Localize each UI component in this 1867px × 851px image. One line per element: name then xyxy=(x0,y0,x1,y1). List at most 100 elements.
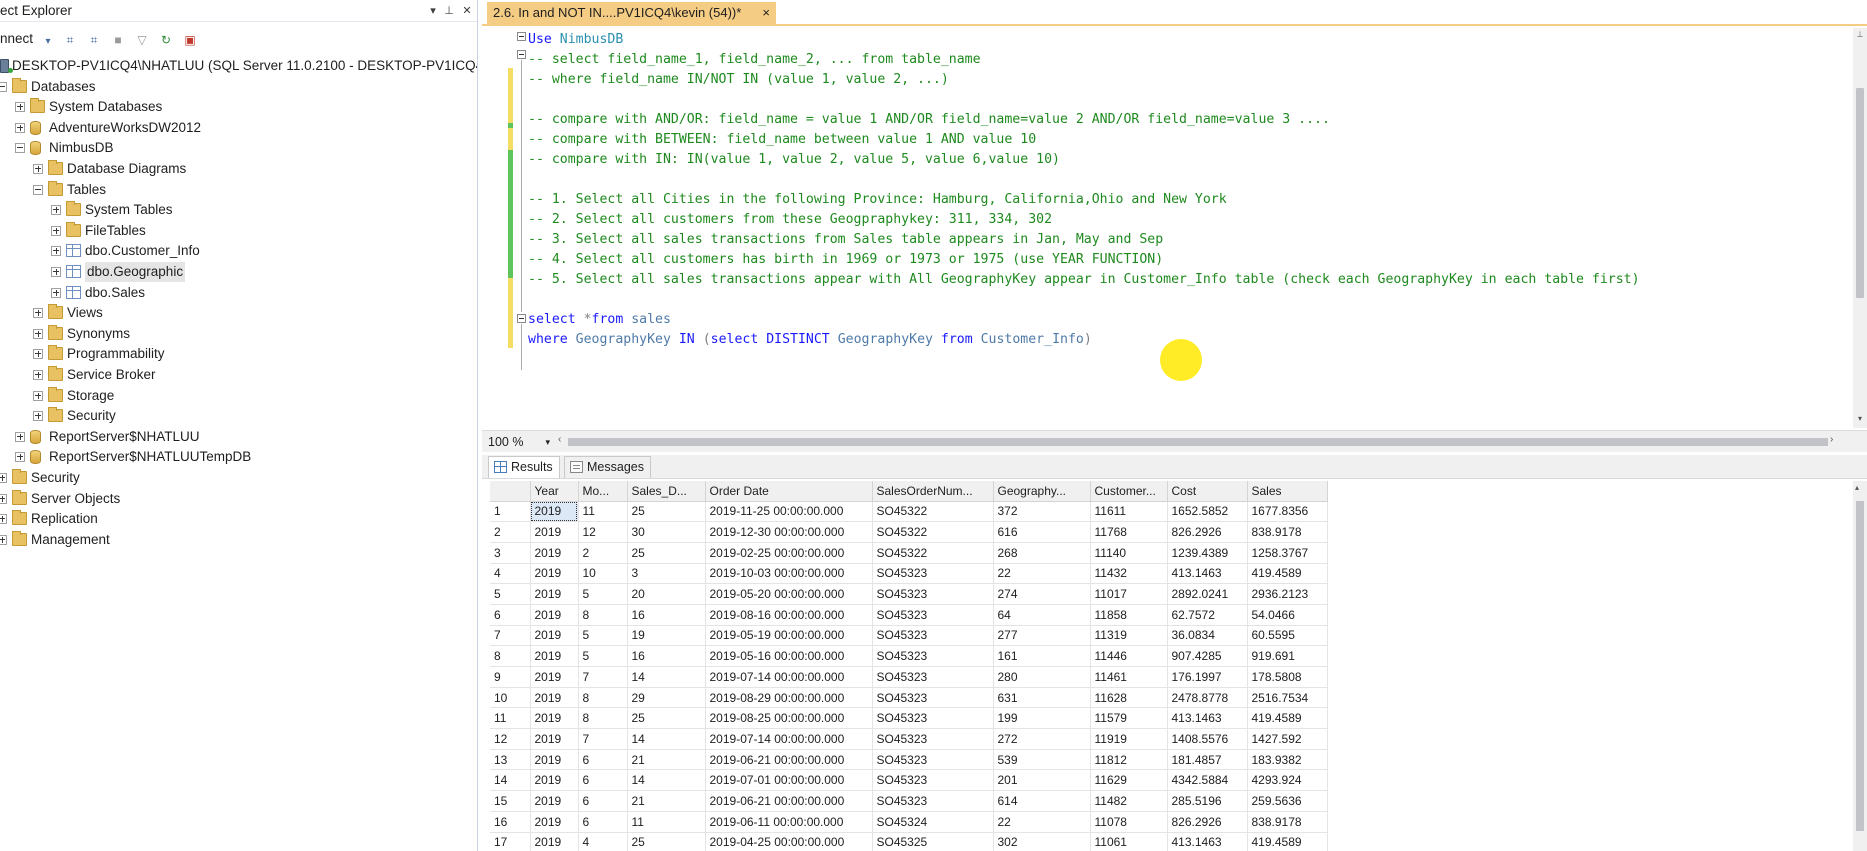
sql-editor[interactable]: Use NimbusDB -- select field_name_1, fiel… xyxy=(482,28,1867,430)
table-cell[interactable]: 176.1997 xyxy=(1167,666,1248,688)
table-cell[interactable]: SO45323 xyxy=(872,687,994,709)
table-cell[interactable]: 5 xyxy=(578,645,628,667)
table-cell[interactable]: 1677.8356 xyxy=(1247,501,1328,523)
expand-icon[interactable] xyxy=(15,102,25,113)
table-cell[interactable]: 4342.5884 xyxy=(1167,769,1248,792)
table-cell[interactable]: 19 xyxy=(627,625,706,647)
tree-node[interactable]: System Databases xyxy=(0,97,477,117)
table-cell[interactable]: SO45323 xyxy=(872,769,994,792)
collapse-region-icon[interactable] xyxy=(517,32,526,41)
table-cell[interactable]: 2019 xyxy=(530,563,579,585)
table-cell[interactable]: SO45323 xyxy=(872,707,994,730)
table-cell[interactable]: 826.2926 xyxy=(1167,521,1248,543)
table-cell[interactable]: 631 xyxy=(993,687,1091,709)
table-cell[interactable]: SO45324 xyxy=(872,811,994,833)
table-row[interactable]: 7 2019 5 19 2019-05-19 00:00:00.000 SO45323 27… xyxy=(490,625,1328,647)
expand-icon[interactable] xyxy=(51,205,61,216)
table-cell[interactable]: 14 xyxy=(627,769,706,792)
tree-node[interactable]: Synonyms xyxy=(0,324,477,344)
table-cell[interactable]: SO45325 xyxy=(872,832,994,851)
tree-node[interactable]: Storage xyxy=(0,386,477,406)
column-header[interactable]: Sales xyxy=(1247,481,1328,502)
table-cell[interactable]: 2019 xyxy=(530,542,579,564)
table-cell[interactable]: 372 xyxy=(993,501,1091,523)
table-cell[interactable]: 907.4285 xyxy=(1167,645,1248,667)
tree-node[interactable]: NimbusDB xyxy=(0,138,477,158)
column-header[interactable]: Cost xyxy=(1167,481,1248,502)
table-cell[interactable]: 12 xyxy=(578,521,628,543)
table-cell[interactable]: 60.5595 xyxy=(1247,625,1328,647)
row-number[interactable]: 16 xyxy=(490,811,531,833)
table-cell[interactable]: 2019-08-16 00:00:00.000 xyxy=(705,604,873,626)
row-number[interactable]: 3 xyxy=(490,542,531,564)
table-cell[interactable]: 838.9178 xyxy=(1247,811,1328,833)
table-cell[interactable]: 21 xyxy=(627,790,706,812)
table-cell[interactable]: 181.4857 xyxy=(1167,749,1248,771)
scrollbar-thumb[interactable] xyxy=(1856,501,1864,831)
expand-icon[interactable] xyxy=(51,287,61,298)
table-cell[interactable]: 7 xyxy=(578,666,628,688)
expand-icon[interactable] xyxy=(15,431,25,442)
expand-icon[interactable] xyxy=(0,473,7,483)
table-cell[interactable]: SO45323 xyxy=(872,604,994,626)
connect-dropdown-icon[interactable]: ▾ xyxy=(38,32,58,52)
table-cell[interactable]: 22 xyxy=(993,563,1091,585)
table-cell[interactable]: 11579 xyxy=(1090,707,1168,730)
table-cell[interactable]: 838.9178 xyxy=(1247,521,1328,543)
table-row[interactable]: 5 2019 5 20 2019-05-20 00:00:00.000 SO45323 27… xyxy=(490,583,1328,605)
expand-icon[interactable] xyxy=(0,514,7,525)
table-cell[interactable]: 2019-07-14 00:00:00.000 xyxy=(705,666,873,688)
row-number[interactable]: 15 xyxy=(490,790,531,812)
table-cell[interactable]: 2019 xyxy=(530,790,579,812)
expand-icon[interactable] xyxy=(33,370,43,380)
table-cell[interactable]: 2019 xyxy=(530,728,579,750)
table-cell[interactable]: 2019 xyxy=(530,583,579,605)
column-header[interactable]: Mo... xyxy=(578,481,628,502)
stop-icon[interactable]: ■ xyxy=(108,30,128,50)
refresh-icon[interactable]: ↻ xyxy=(156,30,176,50)
table-cell[interactable]: 11078 xyxy=(1090,811,1168,833)
table-cell[interactable]: 5 xyxy=(578,625,628,647)
table-cell[interactable]: 4 xyxy=(578,832,628,851)
table-cell[interactable]: SO45322 xyxy=(872,542,994,564)
table-cell[interactable]: 8 xyxy=(578,707,628,730)
table-cell[interactable]: 2019-07-01 00:00:00.000 xyxy=(705,769,873,792)
table-cell[interactable]: 280 xyxy=(993,666,1091,688)
table-cell[interactable]: 6 xyxy=(578,749,628,771)
scroll-left-icon[interactable]: ‹ xyxy=(558,434,561,445)
table-cell[interactable]: SO45323 xyxy=(872,749,994,771)
table-cell[interactable]: 2019 xyxy=(530,645,579,667)
column-header[interactable]: Customer... xyxy=(1090,481,1168,502)
table-cell[interactable]: 11611 xyxy=(1090,501,1168,523)
table-cell[interactable]: 2019 xyxy=(530,707,579,730)
table-cell[interactable]: 25 xyxy=(627,501,706,523)
table-cell[interactable]: 413.1463 xyxy=(1167,563,1248,585)
activity-monitor-icon[interactable]: ▣ xyxy=(180,30,200,50)
table-cell[interactable]: 413.1463 xyxy=(1167,832,1248,851)
table-cell[interactable]: 29 xyxy=(627,687,706,709)
row-number[interactable]: 12 xyxy=(490,728,531,750)
expand-icon[interactable] xyxy=(15,122,25,133)
close-tab-icon[interactable]: × xyxy=(762,5,770,20)
table-row[interactable]: 1 2019 11 25 2019-11-25 00:00:00.000 SO45322 3… xyxy=(490,501,1328,523)
table-cell[interactable]: 2516.7534 xyxy=(1247,687,1328,709)
filter-icon[interactable]: ▽ xyxy=(132,30,152,50)
table-cell[interactable]: 36.0834 xyxy=(1167,625,1248,647)
table-cell[interactable]: 11446 xyxy=(1090,645,1168,667)
table-cell[interactable]: 2019 xyxy=(530,769,579,792)
table-cell[interactable]: 268 xyxy=(993,542,1091,564)
table-cell[interactable]: 2019-11-25 00:00:00.000 xyxy=(705,501,873,523)
table-row[interactable]: 16 2019 6 11 2019-06-11 00:00:00.000 SO45324 2… xyxy=(490,811,1328,833)
table-cell[interactable]: 413.1463 xyxy=(1167,707,1248,730)
table-row[interactable]: 17 2019 4 25 2019-04-25 00:00:00.000 SO45325 3… xyxy=(490,832,1328,851)
table-cell[interactable]: 1408.5576 xyxy=(1167,728,1248,750)
table-cell[interactable]: 16 xyxy=(627,645,706,667)
scrollbar-thumb[interactable] xyxy=(1856,88,1864,298)
tree-node[interactable]: dbo.Customer_Info xyxy=(0,241,477,261)
expand-icon[interactable] xyxy=(33,328,43,339)
table-cell[interactable]: 199 xyxy=(993,707,1091,730)
table-cell[interactable]: 62.7572 xyxy=(1167,604,1248,626)
results-vertical-scrollbar[interactable]: ▴ xyxy=(1853,481,1867,851)
table-row[interactable]: 14 2019 6 14 2019-07-01 00:00:00.000 SO45323 2… xyxy=(490,769,1328,792)
row-number[interactable]: 6 xyxy=(490,604,531,626)
